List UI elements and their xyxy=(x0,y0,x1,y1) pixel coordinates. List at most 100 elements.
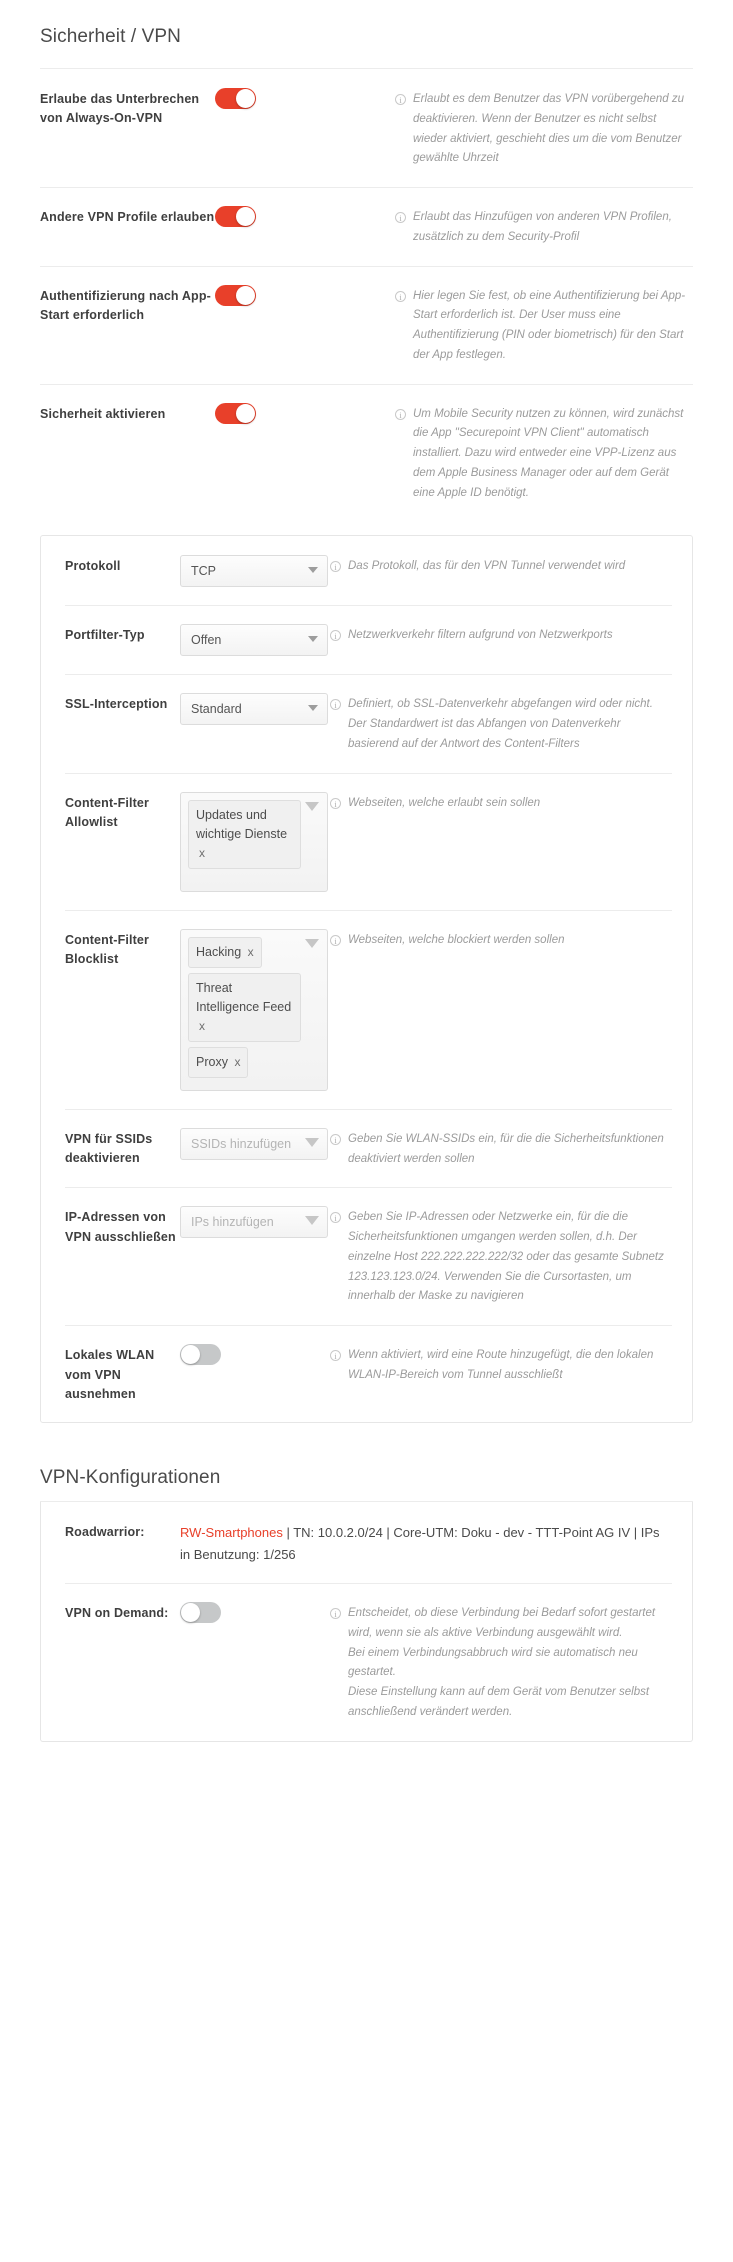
ips-placeholder: IPs hinzufügen xyxy=(191,1215,274,1230)
info-icon: i xyxy=(395,94,406,105)
setting-hint: i Webseiten, welche blockiert werden sol… xyxy=(330,928,672,951)
tag-item[interactable]: Hacking x xyxy=(188,936,262,968)
setting-label: VPN on Demand: xyxy=(65,1606,169,1621)
setting-row-content-filter-blocklist: Content-Filter Blocklist Hacking x Threa… xyxy=(41,909,692,1109)
remove-tag-icon[interactable]: x xyxy=(199,846,205,860)
setting-label: Sicherheit aktivieren xyxy=(40,406,166,421)
setting-label: Content-Filter Allowlist xyxy=(65,795,150,830)
setting-control xyxy=(215,402,395,429)
hint-text: Webseiten, welche blockiert werden solle… xyxy=(348,933,565,946)
toggle-knob xyxy=(236,89,255,108)
remove-tag-icon[interactable]: x xyxy=(234,1055,240,1069)
tag-item[interactable]: Threat Intelligence Feed x xyxy=(188,972,301,1042)
hint-text: Definiert, ob SSL-Datenverkehr abgefange… xyxy=(348,698,653,751)
chevron-down-icon xyxy=(308,567,318,574)
toggle-knob xyxy=(236,285,255,305)
ssids-placeholder: SSIDs hinzufügen xyxy=(191,1136,292,1151)
roadwarrior-label: Roadwarrior: xyxy=(65,1525,145,1540)
toggle-exclude-local-wlan[interactable] xyxy=(180,1344,221,1366)
protokoll-select-value: TCP xyxy=(191,564,216,579)
chevron-down-icon xyxy=(305,1137,319,1147)
ssl-interception-select-value: Standard xyxy=(191,702,242,717)
setting-row-content-filter-allowlist: Content-Filter Allowlist Updates und wic… xyxy=(41,772,692,910)
hint-text: Entscheidet, ob diese Verbindung bei Bed… xyxy=(348,1607,656,1718)
tag-label: Hacking xyxy=(196,944,242,959)
setting-row-vpn-on-demand: VPN on Demand: i Entscheidet, ob diese V… xyxy=(41,1583,692,1741)
toggle-allow-interrupt-always-on-vpn[interactable] xyxy=(215,88,256,109)
setting-hint: i Erlaubt es dem Benutzer das VPN vorübe… xyxy=(395,87,693,169)
setting-label: Erlaube das Unterbrechen von Always-On-V… xyxy=(40,92,200,126)
setting-label: VPN für SSIDs deaktivieren xyxy=(65,1131,153,1166)
setting-hint: i Geben Sie IP-Adressen oder Netzwerke e… xyxy=(330,1205,672,1307)
setting-control xyxy=(180,1601,330,1628)
portfilter-select-value: Offen xyxy=(191,633,222,648)
setting-control: Standard xyxy=(180,692,330,726)
remove-tag-icon[interactable]: x xyxy=(248,945,254,959)
setting-label: Portfilter-Typ xyxy=(65,628,145,643)
portfilter-select[interactable]: Offen xyxy=(180,624,328,657)
vpn-configs-title: VPN-Konfigurationen xyxy=(40,1467,221,1489)
toggle-enable-security[interactable] xyxy=(215,402,256,424)
info-icon: i xyxy=(330,1608,341,1620)
setting-hint: i Netzwerkverkehr filtern aufgrund von N… xyxy=(330,623,672,646)
setting-control: Offen xyxy=(180,623,330,657)
bottom-spacer xyxy=(0,1742,733,1760)
setting-hint: i Um Mobile Security nutzen zu können, w… xyxy=(395,402,693,504)
setting-label: Andere VPN Profile erlauben xyxy=(40,210,215,225)
tag-item[interactable]: Proxy x xyxy=(188,1046,249,1078)
security-vpn-page: Sicherheit / VPN Erlaube das Unterbreche… xyxy=(0,0,733,1760)
setting-hint: i Das Protokoll, das für den VPN Tunnel … xyxy=(330,554,672,577)
hint-text: Geben Sie IP-Adressen oder Netzwerke ein… xyxy=(348,1211,664,1303)
info-icon: i xyxy=(395,408,406,420)
toggle-knob xyxy=(181,1345,200,1365)
hint-text: Webseiten, welche erlaubt sein sollen xyxy=(348,796,541,809)
setting-hint: i Entscheidet, ob diese Verbindung bei B… xyxy=(330,1601,672,1723)
protokoll-select[interactable]: TCP xyxy=(180,555,328,588)
setting-hint: i Definiert, ob SSL-Datenverkehr abgefan… xyxy=(330,692,672,754)
setting-label: Content-Filter Blocklist xyxy=(65,932,150,967)
security-settings-card: Protokoll TCP i Das Protokoll, das für d… xyxy=(40,535,693,1424)
chevron-down-icon xyxy=(308,705,318,712)
setting-control: Updates und wichtige Dienste x xyxy=(180,791,330,892)
setting-row-portfilter-typ: Portfilter-Typ Offen i Netzwerkverkehr f… xyxy=(41,605,692,674)
setting-control: SSIDs hinzufügen xyxy=(180,1127,330,1160)
toggle-allow-other-vpn-profiles[interactable] xyxy=(215,206,256,228)
remove-tag-icon[interactable]: x xyxy=(199,1019,205,1033)
setting-label: IP-Adressen von VPN ausschließen xyxy=(65,1210,176,1244)
info-icon: i xyxy=(330,1350,341,1362)
tag-item[interactable]: Updates und wichtige Dienste x xyxy=(188,799,301,869)
setting-control: TCP xyxy=(180,554,330,588)
tag-label: Updates und wichtige Dienste xyxy=(196,807,288,841)
hint-text: Das Protokoll, das für den VPN Tunnel ve… xyxy=(348,560,626,573)
setting-control xyxy=(215,87,395,114)
vpn-configurations-card: Roadwarrior: RW-Smartphones | TN: 10.0.2… xyxy=(40,1502,693,1742)
tag-label: Proxy xyxy=(196,1054,228,1069)
setting-control xyxy=(215,284,395,311)
content-filter-blocklist-multiselect[interactable]: Hacking x Threat Intelligence Feed x Pro… xyxy=(180,928,328,1091)
setting-label: Authentifizierung nach App-Start erforde… xyxy=(40,288,211,322)
chevron-down-icon xyxy=(305,1216,319,1226)
toggle-knob xyxy=(236,207,255,227)
toggle-auth-after-app-start[interactable] xyxy=(215,284,256,306)
roadwarrior-name[interactable]: RW-Smartphones xyxy=(180,1525,283,1540)
info-icon: i xyxy=(330,1212,341,1224)
setting-row-exclude-ips-from-vpn: IP-Adressen von VPN ausschließen IPs hin… xyxy=(41,1187,692,1325)
info-icon: i xyxy=(330,699,341,711)
setting-hint: i Erlaubt das Hinzufügen von anderen VPN… xyxy=(395,205,693,248)
ips-multiselect[interactable]: IPs hinzufügen xyxy=(180,1206,328,1239)
setting-label: Protokoll xyxy=(65,559,121,574)
toggle-knob xyxy=(236,403,255,423)
toggle-vpn-on-demand[interactable] xyxy=(180,1602,221,1624)
ssl-interception-select[interactable]: Standard xyxy=(180,693,328,726)
hint-text: Um Mobile Security nutzen zu können, wir… xyxy=(413,407,684,499)
setting-hint: i Webseiten, welche erlaubt sein sollen xyxy=(330,791,672,814)
hint-text: Erlaubt das Hinzufügen von anderen VPN P… xyxy=(413,211,672,243)
ssids-multiselect[interactable]: SSIDs hinzufügen xyxy=(180,1127,328,1160)
setting-hint: i Wenn aktiviert, wird eine Route hinzug… xyxy=(330,1343,672,1386)
hint-text: Netzwerkverkehr filtern aufgrund von Net… xyxy=(348,629,613,642)
content-filter-allowlist-multiselect[interactable]: Updates und wichtige Dienste x xyxy=(180,791,328,892)
info-icon: i xyxy=(330,630,341,642)
toggle-knob xyxy=(181,1603,200,1623)
roadwarrior-value: RW-Smartphones | TN: 10.0.2.0/24 | Core-… xyxy=(180,1520,672,1565)
